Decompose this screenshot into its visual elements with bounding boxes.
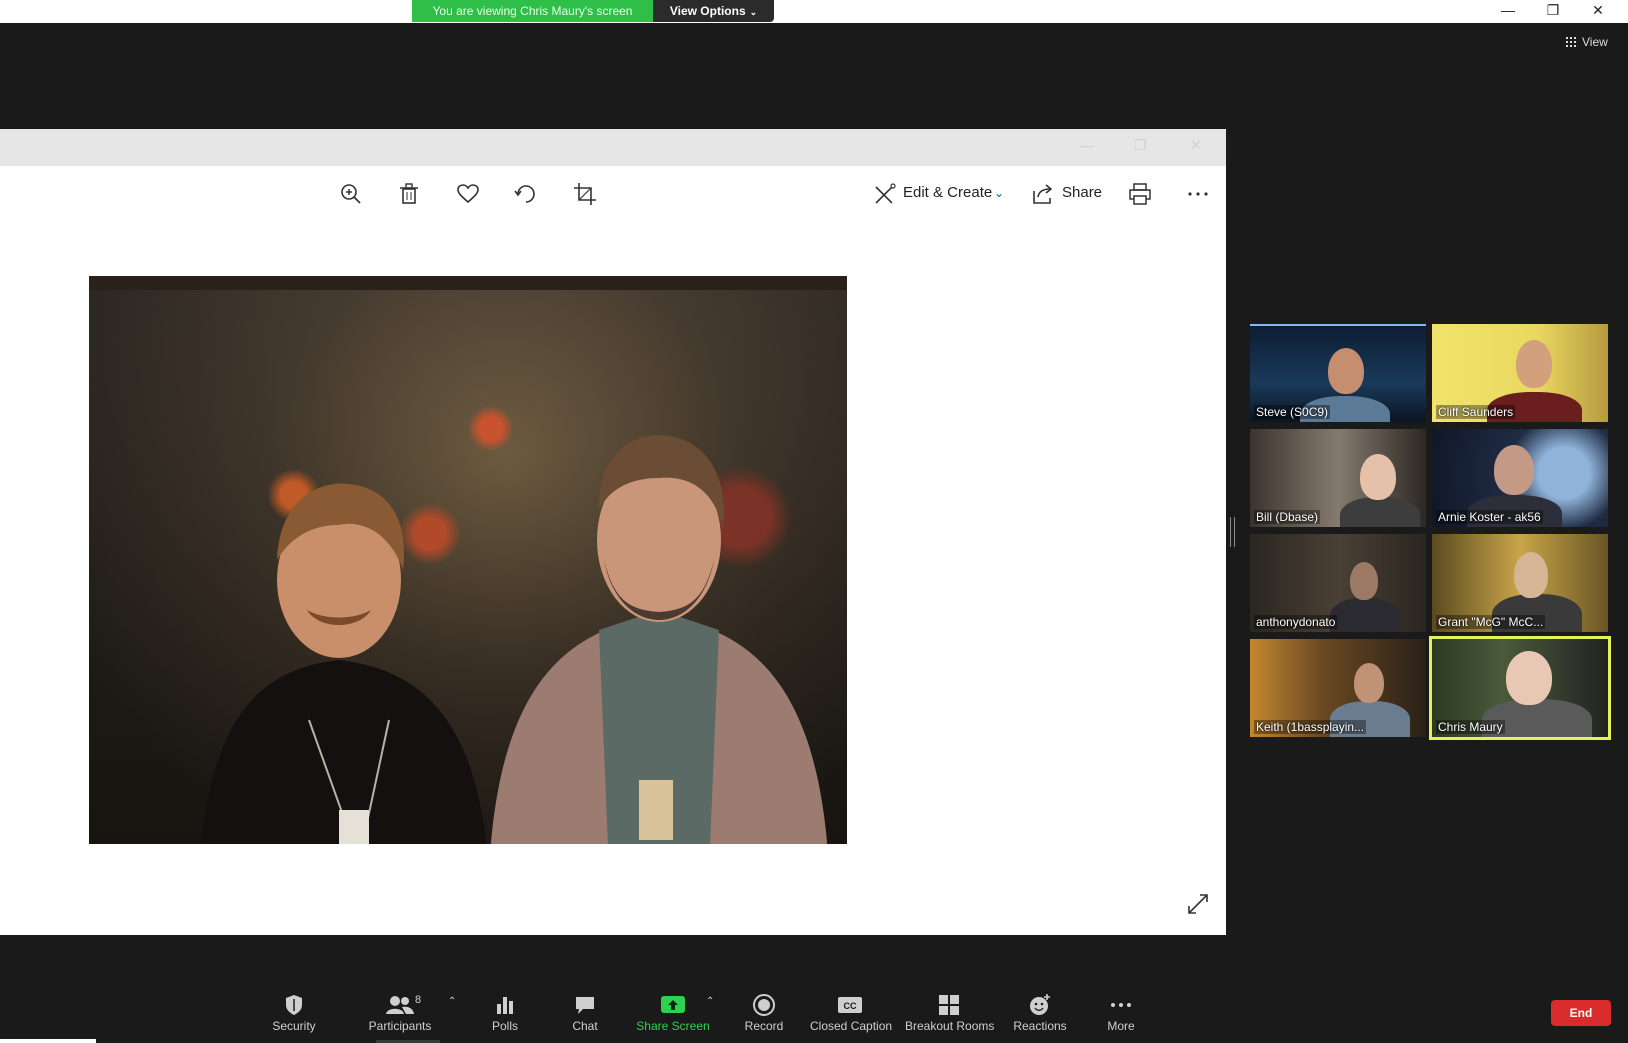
grid-icon xyxy=(1566,37,1576,47)
closed-caption-button[interactable]: CC Closed Caption xyxy=(810,993,893,1039)
chat-button[interactable]: Chat xyxy=(560,993,610,1039)
participant-name: Steve (S0C9) xyxy=(1254,405,1331,419)
share-screen-caret-icon[interactable]: ⌃ xyxy=(706,996,714,1007)
polls-label: Polls xyxy=(491,1019,518,1033)
video-tile[interactable]: Cliff Saunders xyxy=(1432,324,1608,422)
edit-create-button[interactable]: Edit & Create xyxy=(903,184,992,201)
photo-person-left xyxy=(201,483,487,844)
rotate-icon[interactable] xyxy=(513,181,539,207)
share-screen-icon xyxy=(661,996,685,1013)
reactions-icon xyxy=(1030,994,1050,1015)
share-screen-button[interactable]: Share Screen xyxy=(636,993,710,1039)
record-button[interactable]: Record xyxy=(737,993,791,1039)
window-titlebar xyxy=(0,0,1628,23)
participants-button[interactable]: Participants xyxy=(364,993,436,1039)
participant-name: Cliff Saunders xyxy=(1436,405,1516,419)
reactions-label: Reactions xyxy=(1013,1019,1067,1033)
participants-icon xyxy=(386,996,414,1014)
photos-toolbar: Edit & Create ⌄ Share xyxy=(0,166,1226,224)
fullscreen-icon[interactable] xyxy=(1185,891,1211,917)
more-button[interactable]: More xyxy=(1096,993,1146,1039)
restore-button[interactable]: ❐ xyxy=(1531,0,1575,22)
close-button[interactable]: ✕ xyxy=(1576,0,1620,22)
video-body xyxy=(1340,497,1420,527)
shared-screen[interactable]: — ❐ ✕ Edit & Create ⌄ Share xyxy=(0,129,1226,935)
svg-text:CC: CC xyxy=(844,1001,857,1011)
minimize-button[interactable]: — xyxy=(1486,0,1530,22)
record-icon xyxy=(753,994,775,1016)
participant-name: Chris Maury xyxy=(1436,720,1505,734)
avatar xyxy=(1506,651,1552,705)
more-icon[interactable] xyxy=(1185,181,1211,207)
breakout-rooms-icon xyxy=(939,995,959,1015)
security-button[interactable]: Security xyxy=(262,993,326,1039)
participant-name: anthonydonato xyxy=(1254,615,1338,629)
participant-gallery: Steve (S0C9) Cliff Saunders Bill (Dbase)… xyxy=(1250,324,1616,744)
polls-icon xyxy=(497,997,513,1014)
chat-label: Chat xyxy=(572,1019,598,1033)
record-label: Record xyxy=(744,1019,784,1033)
participant-count-badge: 8 xyxy=(415,994,422,1006)
avatar xyxy=(1514,552,1548,598)
participant-name: Arnie Koster - ak56 xyxy=(1436,510,1543,524)
share-icon xyxy=(1033,184,1053,204)
delete-icon[interactable] xyxy=(396,181,422,207)
view-label: View xyxy=(1582,35,1608,49)
more-label: More xyxy=(1107,1019,1135,1033)
photo-person-right xyxy=(490,434,828,844)
video-tile-active-speaker[interactable]: Chris Maury xyxy=(1429,636,1611,740)
taskbar-edge xyxy=(0,1039,96,1043)
avatar xyxy=(1494,445,1534,495)
viewing-screen-banner: You are viewing Chris Maury's screen xyxy=(412,0,653,22)
security-label: Security xyxy=(272,1019,316,1033)
avatar xyxy=(1354,663,1384,703)
view-layout-button[interactable]: View xyxy=(1566,35,1608,49)
participant-name: Keith (1bassplayin... xyxy=(1254,720,1367,734)
participants-caret-icon[interactable]: ⌃ xyxy=(448,996,456,1007)
participant-name: Bill (Dbase) xyxy=(1254,510,1321,524)
video-tile[interactable]: Bill (Dbase) xyxy=(1250,429,1426,527)
video-tile[interactable]: Grant "McG" McC... xyxy=(1432,534,1608,632)
participants-label: Participants xyxy=(368,1019,432,1033)
chevron-down-icon[interactable]: ⌄ xyxy=(994,186,1004,200)
zoom-in-icon[interactable] xyxy=(338,181,364,207)
avatar xyxy=(1328,348,1364,394)
share-screen-label: Share Screen xyxy=(636,1019,710,1033)
edit-create-icon xyxy=(875,183,896,204)
video-tile[interactable]: anthonydonato xyxy=(1250,534,1426,632)
shield-icon xyxy=(286,995,302,1015)
video-tile[interactable]: Keith (1bassplayin... xyxy=(1250,639,1426,737)
photos-titlebar: — ❐ ✕ xyxy=(0,129,1226,166)
avatar xyxy=(1360,454,1396,500)
avatar xyxy=(1350,562,1378,600)
print-icon[interactable] xyxy=(1127,181,1153,207)
video-body xyxy=(1330,598,1400,632)
chevron-down-icon: ⌄ xyxy=(749,7,758,17)
breakout-rooms-label: Breakout Rooms xyxy=(905,1019,995,1033)
video-tile[interactable]: Arnie Koster - ak56 xyxy=(1432,429,1608,527)
photos-minimize-button[interactable]: — xyxy=(1080,137,1094,153)
panel-resize-handle[interactable] xyxy=(1230,517,1235,547)
avatar xyxy=(1516,340,1552,388)
photos-restore-button[interactable]: ❐ xyxy=(1134,137,1147,154)
more-icon xyxy=(1111,1003,1131,1007)
closed-caption-icon: CC xyxy=(838,997,862,1013)
zoom-meeting-window: You are viewing Chris Maury's screen Vie… xyxy=(0,0,1628,1043)
crop-icon[interactable] xyxy=(572,181,598,207)
heart-icon[interactable] xyxy=(455,181,481,207)
end-meeting-button[interactable]: End xyxy=(1551,1000,1611,1026)
video-tile[interactable]: Steve (S0C9) xyxy=(1250,324,1426,422)
chat-icon xyxy=(576,997,594,1014)
closed-caption-label: Closed Caption xyxy=(810,1019,893,1033)
photos-close-button[interactable]: ✕ xyxy=(1190,137,1202,154)
polls-button[interactable]: Polls xyxy=(480,993,530,1039)
reactions-button[interactable]: Reactions xyxy=(1010,993,1070,1039)
share-button[interactable]: Share xyxy=(1062,184,1102,201)
view-options-label: View Options xyxy=(669,4,746,18)
displayed-photo xyxy=(89,276,847,844)
participant-name: Grant "McG" McC... xyxy=(1436,615,1546,629)
view-options-button[interactable]: View Options ⌄ xyxy=(653,0,774,22)
breakout-rooms-button[interactable]: Breakout Rooms xyxy=(905,993,995,1039)
